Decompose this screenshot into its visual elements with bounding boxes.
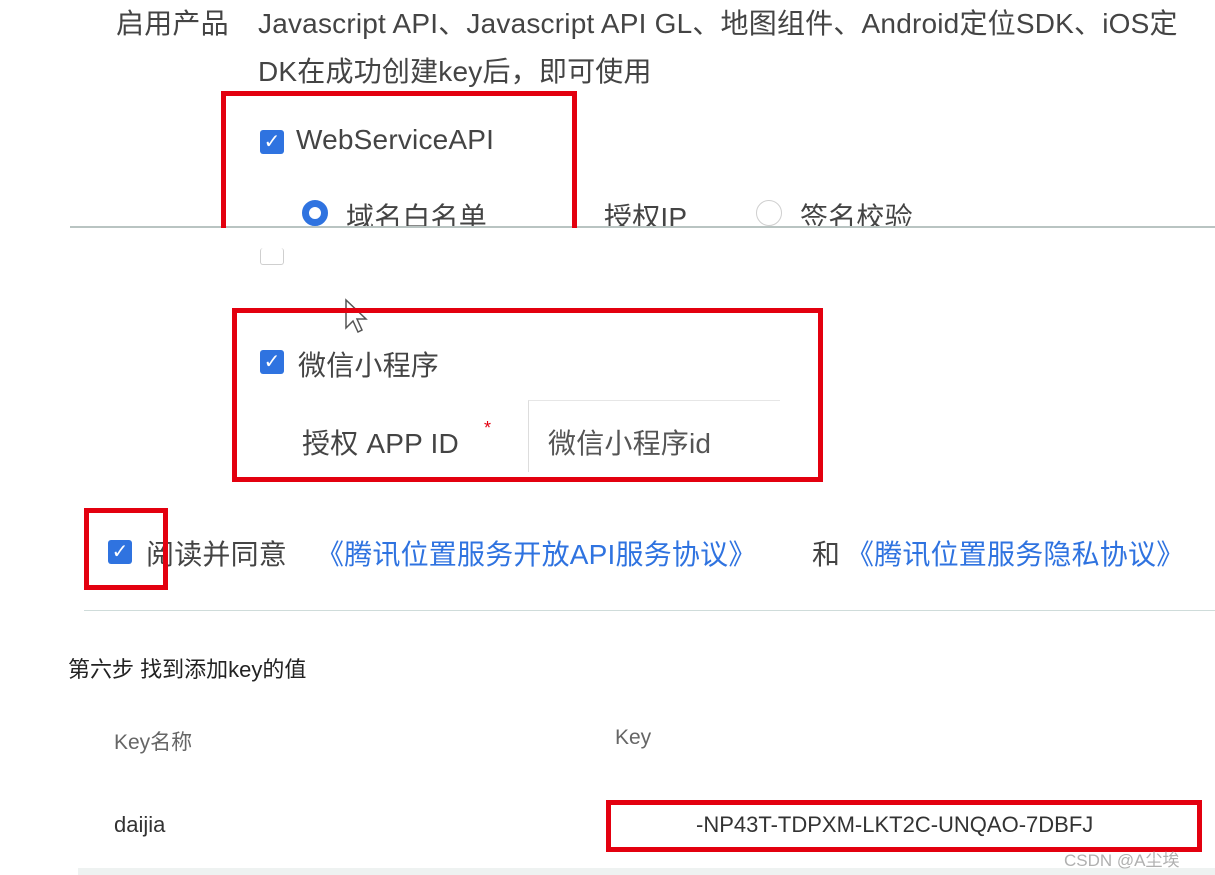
agreement-and: 和 xyxy=(812,539,841,570)
sdk-checkbox[interactable] xyxy=(260,248,284,265)
highlight-miniprogram xyxy=(232,308,823,482)
agreement-divider xyxy=(84,610,1215,611)
seam-cover xyxy=(70,228,1215,250)
table-header-key-name: Key名称 xyxy=(114,731,193,754)
table-bottom-band xyxy=(78,868,1215,875)
products-label: 启用产品 xyxy=(116,8,229,39)
service-agreement-link[interactable]: 《腾讯位置服务开放API服务协议》 xyxy=(316,533,757,573)
table-row-key-name: daijia xyxy=(114,812,166,837)
highlight-agreement-checkbox xyxy=(84,508,168,590)
radio-signature[interactable] xyxy=(756,200,782,226)
highlight-key-value xyxy=(606,800,1202,852)
highlight-webservice xyxy=(221,91,577,228)
table-header-key: Key xyxy=(615,726,652,749)
csdn-watermark: CSDN @A尘埃 xyxy=(1064,851,1180,870)
step6-title: 第六步 找到添加key的值 xyxy=(68,657,307,682)
privacy-agreement-link[interactable]: 《腾讯位置服务隐私协议》 xyxy=(846,533,1184,573)
products-desc-line1: Javascript API、Javascript API GL、地图组件、An… xyxy=(258,8,1178,39)
products-desc-line2: DK在成功创建key后，即可使用 xyxy=(258,56,652,87)
